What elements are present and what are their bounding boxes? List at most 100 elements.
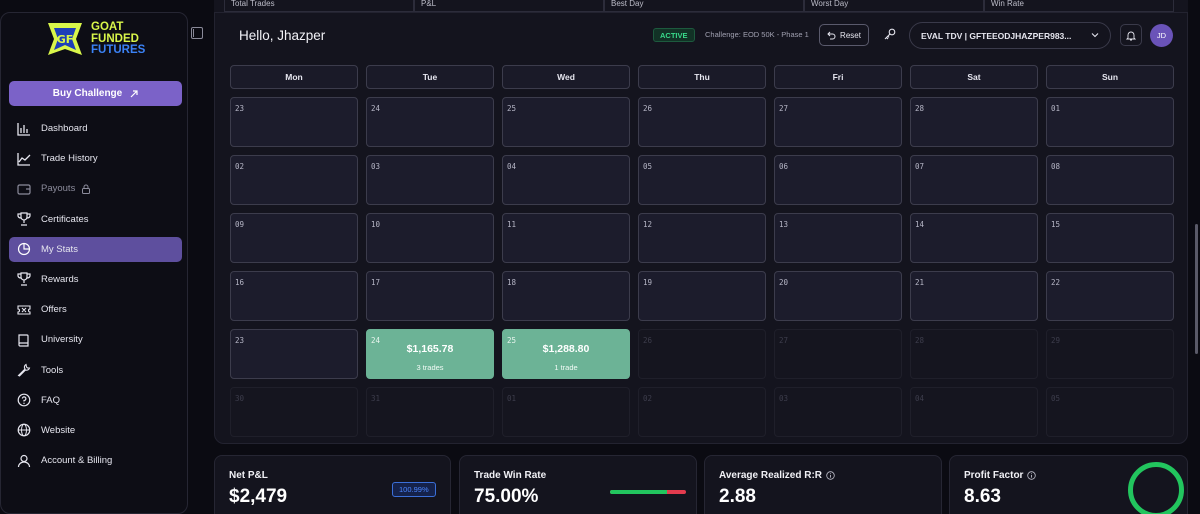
sidebar-item-label: FAQ [41,394,61,406]
info-icon[interactable] [826,471,835,480]
sidebar-item-university[interactable]: University [9,327,182,352]
sidebar-item-account-billing[interactable]: Account & Billing [9,448,182,473]
calendar-day[interactable]: 04 [502,155,630,205]
sidebar-item-offers[interactable]: Offers [9,297,182,322]
reset-label: Reset [840,30,861,40]
calendar-day[interactable]: 11 [502,213,630,263]
day-number: 31 [371,394,381,403]
calendar-day[interactable]: 27 [774,97,902,147]
calendar-day[interactable]: 01 [502,387,630,437]
calendar-day[interactable]: 22 [1046,271,1174,321]
day-header: Mon [230,65,358,89]
sidebar-item-faq[interactable]: FAQ [9,388,182,413]
profit-factor-label-text: Profit Factor [964,470,1024,481]
sidebar-item-my-stats[interactable]: My Stats [9,236,182,262]
sidebar-item-rewards[interactable]: Rewards [9,267,182,292]
strip-win-rate: Win Rate [984,0,1174,12]
win-rate-card: Trade Win Rate 75.00% [459,455,697,514]
challenge-label: Challenge: EOD 50K - Phase 1 [705,30,809,39]
calendar-day[interactable]: 07 [910,155,1038,205]
collapse-sidebar-icon[interactable] [191,27,203,39]
undo-icon [827,31,836,39]
calendar-day[interactable]: 24 [366,97,494,147]
sidebar-item-certificates[interactable]: Certificates [9,207,182,232]
calendar-day[interactable]: 27 [774,329,902,379]
sidebar-item-trade-history[interactable]: Trade History [9,146,182,171]
calendar-day[interactable]: 03 [774,387,902,437]
calendar-day[interactable]: 31 [366,387,494,437]
calendar-day-profit[interactable]: 25 $1,288.80 1 trade [502,329,630,379]
trophy-icon [17,212,31,226]
account-select[interactable]: EVAL TDV | GFTEEODJHAZPER983... [909,22,1111,49]
calendar-day[interactable]: 29 [1046,329,1174,379]
buy-challenge-button[interactable]: Buy Challenge [9,81,182,106]
calendar-day[interactable]: 28 [910,97,1038,147]
calendar-day[interactable]: 13 [774,213,902,263]
calendar-day[interactable]: 23 [230,97,358,147]
calendar-day[interactable]: 15 [1046,213,1174,263]
calendar-day[interactable]: 17 [366,271,494,321]
sidebar-item-label: My Stats [41,243,78,255]
calendar-day[interactable]: 10 [366,213,494,263]
calendar-day-profit[interactable]: 24 $1,165.78 3 trades [366,329,494,379]
logo[interactable]: GF GOAT FUNDED FUTURES [45,19,155,59]
sidebar-item-payouts[interactable]: Payouts [9,176,182,201]
calendar-day[interactable]: 25 [502,97,630,147]
day-number: 03 [779,394,789,403]
day-number: 01 [507,394,517,403]
strip-worst-day: Worst Day [804,0,984,12]
day-number: 23 [235,336,245,345]
calendar-day[interactable]: 18 [502,271,630,321]
day-number: 13 [779,220,789,229]
sidebar: GF GOAT FUNDED FUTURES Buy Challenge Das… [0,12,188,514]
calendar-day[interactable]: 20 [774,271,902,321]
avatar[interactable]: JD [1150,24,1173,47]
calendar-day[interactable]: 02 [638,387,766,437]
strip-pnl: P&L [414,0,604,12]
calendar-day[interactable]: 04 [910,387,1038,437]
calendar-day[interactable]: 05 [1046,387,1174,437]
calendar-day[interactable]: 12 [638,213,766,263]
key-icon[interactable] [884,28,896,40]
avg-rr-value: 2.88 [719,486,756,507]
sidebar-item-label: Offers [41,304,67,316]
calendar-day[interactable]: 08 [1046,155,1174,205]
calendar-day[interactable]: 06 [774,155,902,205]
info-icon[interactable] [1027,471,1037,480]
calendar-day[interactable]: 03 [366,155,494,205]
sidebar-item-tools[interactable]: Tools [9,358,182,383]
notifications-button[interactable] [1120,24,1142,46]
calendar-day[interactable]: 28 [910,329,1038,379]
day-number: 27 [779,104,789,113]
calendar-day[interactable]: 30 [230,387,358,437]
calendar-day[interactable]: 14 [910,213,1038,263]
calendar-day[interactable]: 02 [230,155,358,205]
globe-icon [17,423,31,437]
calendar-day[interactable]: 05 [638,155,766,205]
net-pnl-label: Net P&L [229,470,268,481]
day-number: 30 [235,394,245,403]
ticket-icon [17,303,31,317]
day-number: 06 [779,162,789,171]
calendar-day[interactable]: 21 [910,271,1038,321]
calendar-day[interactable]: 09 [230,213,358,263]
calendar-panel: Hello, Jhazper ACTIVE Challenge: EOD 50K… [214,12,1188,444]
day-number: 17 [371,278,381,287]
calendar-day[interactable]: 26 [638,329,766,379]
calendar-day[interactable]: 01 [1046,97,1174,147]
sidebar-item-website[interactable]: Website [9,418,182,443]
scrollbar-thumb[interactable] [1195,224,1198,354]
top-stat-strip: Total Trades P&L Best Day Worst Day Win … [214,0,1188,12]
greeting: Hello, Jhazper [239,28,326,43]
calendar-day[interactable]: 23 [230,329,358,379]
trophy-icon [17,272,31,287]
calendar-day[interactable]: 26 [638,97,766,147]
reset-button[interactable]: Reset [819,24,869,46]
calendar-day[interactable]: 16 [230,271,358,321]
calendar-day[interactable]: 19 [638,271,766,321]
logo-text: GOAT FUNDED FUTURES [91,21,146,56]
sidebar-item-dashboard[interactable]: Dashboard [9,116,182,141]
sidebar-item-label: Payouts [41,183,76,195]
strip-total-trades: Total Trades [224,0,414,12]
status-badge: ACTIVE [653,28,695,42]
